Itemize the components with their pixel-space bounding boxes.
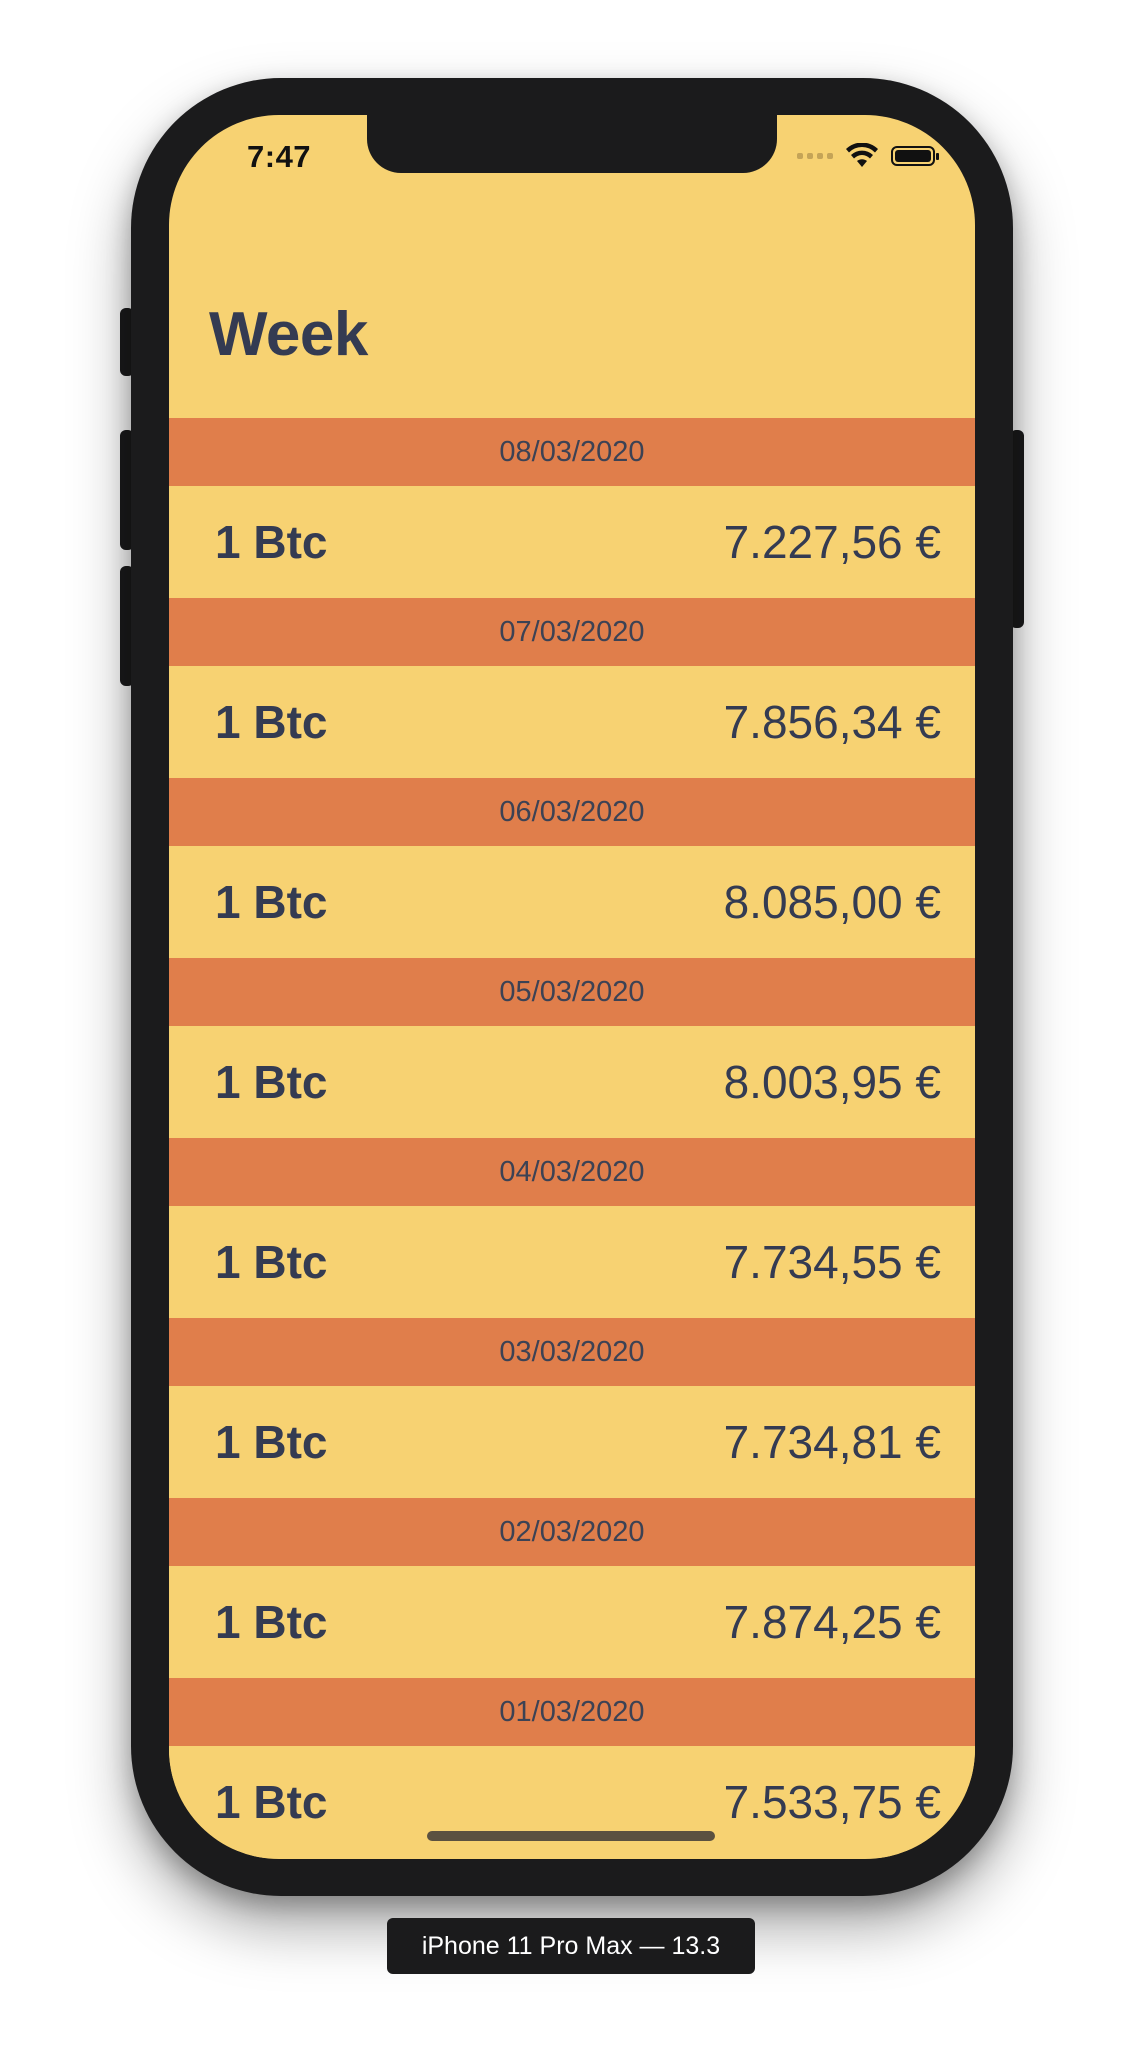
- section-header-date: 06/03/2020: [169, 778, 975, 846]
- list-item[interactable]: 1 Btc 7.734,55 €: [169, 1206, 975, 1318]
- price-value: 7.533,75 €: [723, 1776, 941, 1828]
- coin-unit-label: 1 Btc: [215, 1776, 328, 1828]
- section-header-date: 02/03/2020: [169, 1498, 975, 1566]
- list-item[interactable]: 1 Btc 8.003,95 €: [169, 1026, 975, 1138]
- page-title: Week: [209, 300, 368, 369]
- coin-unit-label: 1 Btc: [215, 1056, 328, 1108]
- section-header-date: 05/03/2020: [169, 958, 975, 1026]
- price-value: 8.003,95 €: [723, 1056, 941, 1108]
- section-header-date: 03/03/2020: [169, 1318, 975, 1386]
- notch: [367, 115, 777, 173]
- home-indicator[interactable]: [427, 1831, 715, 1841]
- section-header-date: 07/03/2020: [169, 598, 975, 666]
- coin-unit-label: 1 Btc: [215, 516, 328, 568]
- list-item[interactable]: 1 Btc 8.085,00 €: [169, 846, 975, 958]
- simulator-stage: 7:47 Week 08/03/2020 1 Btc 7.227,56 € 07/03…: [0, 0, 1144, 2048]
- coin-unit-label: 1 Btc: [215, 696, 328, 748]
- status-time: 7:47: [247, 139, 312, 174]
- price-value: 8.085,00 €: [723, 876, 941, 928]
- price-value: 7.227,56 €: [723, 516, 941, 568]
- device-screen: 7:47 Week 08/03/2020 1 Btc 7.227,56 € 07/03…: [169, 115, 975, 1859]
- section-header-date: 01/03/2020: [169, 1678, 975, 1746]
- price-value: 7.856,34 €: [723, 696, 941, 748]
- list-item[interactable]: 1 Btc 7.874,25 €: [169, 1566, 975, 1678]
- list-item[interactable]: 1 Btc 7.734,81 €: [169, 1386, 975, 1498]
- price-value: 7.874,25 €: [723, 1596, 941, 1648]
- price-list[interactable]: 08/03/2020 1 Btc 7.227,56 €07/03/2020 1 Btc…: [169, 418, 975, 1858]
- section-header-date: 04/03/2020: [169, 1138, 975, 1206]
- wifi-icon: [846, 143, 878, 167]
- price-value: 7.734,81 €: [723, 1416, 941, 1468]
- coin-unit-label: 1 Btc: [215, 1236, 328, 1288]
- list-item[interactable]: 1 Btc 7.533,75 €: [169, 1746, 975, 1858]
- battery-icon: [891, 146, 939, 166]
- coin-unit-label: 1 Btc: [215, 1596, 328, 1648]
- status-icons: [797, 143, 939, 169]
- price-value: 7.734,55 €: [723, 1236, 941, 1288]
- device-label: iPhone 11 Pro Max — 13.3: [387, 1918, 755, 1974]
- list-item[interactable]: 1 Btc 7.856,34 €: [169, 666, 975, 778]
- signal-icon: [797, 153, 833, 159]
- section-header-date: 08/03/2020: [169, 418, 975, 486]
- coin-unit-label: 1 Btc: [215, 876, 328, 928]
- list-item[interactable]: 1 Btc 7.227,56 €: [169, 486, 975, 598]
- coin-unit-label: 1 Btc: [215, 1416, 328, 1468]
